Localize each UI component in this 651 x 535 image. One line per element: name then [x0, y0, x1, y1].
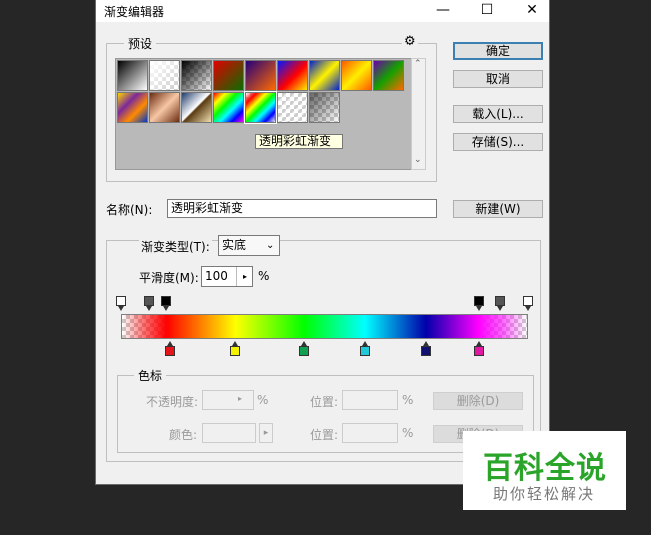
preset-swatch-white-transparent[interactable] [149, 60, 180, 91]
gradient-type-value: 实底 [222, 238, 247, 252]
cancel-button[interactable]: 取消 [453, 70, 543, 88]
new-button[interactable]: 新建(W) [453, 200, 543, 218]
watermark-logo: 百科全说 助你轻松解决 [463, 431, 626, 510]
minimize-icon[interactable]: — [426, 0, 460, 22]
color-stop-5[interactable] [474, 341, 485, 356]
scroll-down-icon[interactable]: ⌄ [414, 155, 422, 165]
gradient-type-select[interactable]: 实底 ⌄ [218, 235, 280, 256]
ok-button[interactable]: 确定 [453, 42, 543, 60]
color-position-label: 位置: [310, 428, 339, 442]
smoothness-value: 100 [205, 269, 228, 283]
opacity-stop-4[interactable] [494, 296, 505, 311]
opacity-label: 不透明度: [146, 395, 199, 409]
save-button[interactable]: 存储(S)... [453, 133, 543, 151]
preset-swatch-chrome[interactable] [181, 92, 212, 123]
color-position-unit: % [402, 426, 414, 440]
scroll-up-icon[interactable]: ⌃ [414, 59, 422, 69]
load-button[interactable]: 载入(L)... [453, 105, 543, 123]
color-stop-1[interactable] [229, 341, 240, 356]
opacity-position-label: 位置: [310, 395, 339, 409]
opacity-position-unit: % [402, 393, 414, 407]
color-swatch-field[interactable] [202, 423, 256, 443]
title-bar[interactable]: 渐变编辑器 — ☐ ✕ [96, 0, 549, 22]
color-menu-arrow-icon[interactable]: ▸ [259, 423, 273, 443]
preset-swatch-black-white[interactable] [117, 60, 148, 91]
preset-swatch-grid [115, 58, 412, 170]
opacity-stop-3[interactable] [474, 296, 485, 311]
preset-swatch-red-green[interactable] [213, 60, 244, 91]
opacity-unit: % [257, 393, 269, 407]
gradient-fill [122, 315, 527, 338]
preset-swatch-orange-yellow-orange[interactable] [341, 60, 372, 91]
preset-swatch-transparent-stripes[interactable] [277, 92, 308, 123]
smoothness-unit: % [258, 269, 270, 283]
preset-swatch-copper[interactable] [149, 92, 180, 123]
delete-opacity-stop-button[interactable]: 删除(D) [433, 392, 523, 410]
preset-swatch-violet-green-orange[interactable] [373, 60, 404, 91]
preset-swatch-black-transparent[interactable] [181, 60, 212, 91]
preset-swatch-blue-yellow-blue[interactable] [309, 60, 340, 91]
presets-legend: 预设 [124, 35, 157, 52]
presets-scrollbar[interactable]: ⌃ ⌄ [411, 58, 426, 170]
opacity-slider-arrow-icon[interactable]: ▸ [238, 391, 242, 407]
color-position-input[interactable] [342, 423, 398, 443]
preset-swatch-violet-orange[interactable] [245, 60, 276, 91]
color-stop-2[interactable] [299, 341, 310, 356]
preset-swatch-transparent-rainbow[interactable] [244, 91, 277, 124]
preset-swatch-spectrum[interactable] [213, 92, 244, 123]
opacity-stop-0[interactable] [116, 296, 126, 311]
watermark-title: 百科全说 [483, 451, 607, 486]
color-stops-legend: 色标 [134, 367, 167, 384]
color-stop-0[interactable] [164, 341, 175, 356]
opacity-position-input[interactable] [342, 390, 398, 410]
smoothness-input[interactable]: 100 ▸ [201, 266, 253, 287]
opacity-stop-1[interactable] [144, 296, 155, 311]
gear-icon[interactable]: ⚙ [402, 34, 418, 49]
name-label: 名称(N): [106, 203, 153, 217]
smoothness-label: 平滑度(M): [139, 271, 199, 285]
name-input[interactable]: 透明彩虹渐变 [167, 199, 437, 218]
color-label: 颜色: [169, 428, 198, 442]
maximize-icon[interactable]: ☐ [470, 0, 504, 22]
opacity-input[interactable]: ▸ [202, 390, 254, 410]
gradient-preview-bar[interactable] [121, 314, 528, 339]
opacity-stop-5[interactable] [523, 296, 533, 311]
preset-tooltip: 透明彩虹渐变 [255, 134, 343, 149]
close-icon[interactable]: ✕ [515, 0, 549, 22]
gradient-type-label: 渐变类型(T): [139, 238, 212, 255]
chevron-down-icon: ⌄ [266, 240, 275, 251]
color-stop-4[interactable] [421, 341, 432, 356]
smoothness-slider-arrow-icon[interactable]: ▸ [236, 267, 253, 286]
preset-swatch-yellow-violet-orange-blue[interactable] [117, 92, 148, 123]
color-stop-3[interactable] [360, 341, 371, 356]
window-title: 渐变编辑器 [104, 5, 165, 19]
preset-swatch-neutral-density[interactable] [309, 92, 340, 123]
opacity-stop-2[interactable] [160, 296, 171, 311]
watermark-subtitle: 助你轻松解决 [493, 485, 596, 503]
preset-swatch-blue-red-yellow[interactable] [277, 60, 308, 91]
